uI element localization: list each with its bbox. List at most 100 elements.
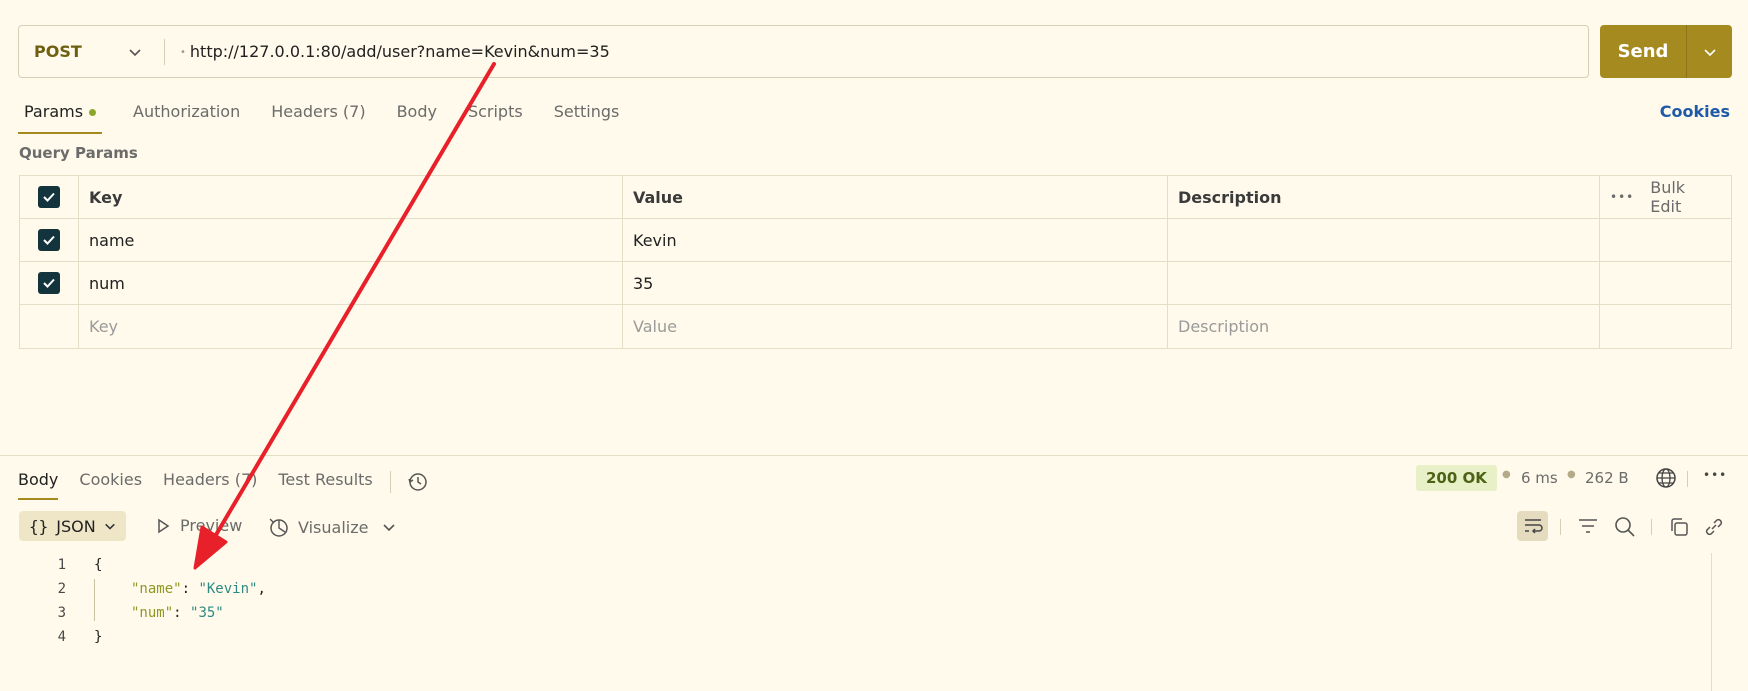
param-description-cell[interactable] (1168, 219, 1600, 261)
meta-separator: ● (1502, 469, 1511, 480)
code-text: "name": "Kevin", (131, 581, 266, 597)
format-select[interactable]: {} JSON (19, 511, 126, 541)
checkbox-checked-icon[interactable] (38, 229, 60, 251)
new-value-input[interactable]: Value (623, 305, 1168, 348)
wrap-lines-button[interactable] (1517, 511, 1548, 541)
new-key-input[interactable]: Key (79, 305, 623, 348)
new-description-input[interactable]: Description (1168, 305, 1600, 348)
more-dots-icon[interactable]: ••• (1610, 190, 1634, 204)
send-button-group: Send (1600, 25, 1732, 78)
response-tab-cookies[interactable]: Cookies (79, 466, 142, 498)
json-key: "num" (131, 605, 174, 621)
json-key: "name" (131, 581, 182, 597)
param-value-cell[interactable]: 35 (623, 262, 1168, 304)
braces-icon: {} (29, 516, 49, 536)
meta-separator: ● (1567, 469, 1576, 480)
param-key-cell[interactable]: name (79, 219, 623, 261)
url-text: http://127.0.0.1:80/add/user?name=Kevin&… (189, 42, 610, 61)
column-header-description: Description (1168, 176, 1600, 218)
response-tab-test-results[interactable]: Test Results (278, 466, 372, 498)
play-icon (158, 518, 170, 533)
json-value: "Kevin" (198, 581, 258, 597)
code-text: "num": "35" (131, 605, 224, 621)
method-label: POST (34, 42, 82, 61)
param-value-cell[interactable]: Kevin (623, 219, 1168, 261)
select-all-cell (20, 176, 79, 218)
line-number: 4 (57, 629, 66, 645)
send-button[interactable]: Send (1600, 41, 1686, 62)
table-row: num 35 (20, 262, 1731, 305)
copy-icon[interactable] (1668, 516, 1690, 538)
scrollbar-track[interactable] (1711, 553, 1712, 691)
visualize-button[interactable]: Visualize (267, 516, 368, 538)
line-number: 3 (57, 605, 66, 621)
tab-params-label: Params (24, 102, 84, 121)
params-active-dot-icon (89, 109, 97, 116)
tab-body[interactable]: Body (397, 98, 437, 134)
tab-headers[interactable]: Headers (7) (271, 98, 365, 134)
column-header-value: Value (623, 176, 1168, 218)
table-row-empty: Key Value Description (20, 305, 1731, 348)
code-text: } (94, 629, 103, 645)
globe-icon[interactable] (1655, 467, 1677, 489)
param-description-cell[interactable] (1168, 262, 1600, 304)
visualize-icon (269, 518, 288, 537)
response-tab-body[interactable]: Body (18, 466, 59, 500)
response-size[interactable]: 262 B (1585, 469, 1629, 487)
tab-scripts[interactable]: Scripts (468, 98, 523, 134)
table-row: name Kevin (20, 219, 1731, 262)
tab-authorization[interactable]: Authorization (133, 98, 240, 134)
response-tab-headers[interactable]: Headers (7) (163, 466, 257, 498)
history-icon[interactable] (407, 471, 429, 493)
param-key-cell[interactable]: num (79, 262, 623, 304)
status-badge[interactable]: 200 OK (1416, 465, 1497, 491)
preview-label: Preview (180, 516, 243, 535)
params-header-row: Key Value Description ••• Bulk Edit (20, 176, 1731, 219)
json-value: "35" (190, 605, 224, 621)
send-options-button[interactable] (1687, 45, 1732, 59)
tab-settings[interactable]: Settings (554, 98, 620, 134)
query-params-label: Query Params (19, 144, 138, 162)
url-input[interactable]: • http://127.0.0.1:80/add/user?name=Kevin… (165, 42, 610, 61)
request-tabs: Params Authorization Headers (7) Body Sc… (18, 98, 650, 134)
response-divider (0, 455, 1748, 456)
param-extra-cell (1600, 262, 1731, 304)
format-label: JSON (56, 516, 96, 536)
search-icon[interactable] (1614, 516, 1636, 538)
checkbox-checked-icon[interactable] (38, 186, 60, 208)
chevron-down-icon[interactable] (382, 520, 396, 534)
tabs-separator (389, 471, 391, 493)
column-header-key: Key (79, 176, 623, 218)
param-extra-cell (1600, 305, 1731, 348)
row-checkbox-cell (20, 305, 79, 348)
indent-guide (94, 579, 95, 621)
checkbox-checked-icon[interactable] (38, 272, 60, 294)
toolbar-separator (1687, 471, 1688, 487)
code-text: { (94, 557, 103, 573)
link-icon[interactable] (1703, 516, 1725, 538)
row-checkbox-cell (20, 219, 79, 261)
preview-button[interactable]: Preview (155, 516, 242, 535)
toolbar-separator (1560, 519, 1561, 535)
row-checkbox-cell (20, 262, 79, 304)
url-dot-icon: • (180, 47, 186, 58)
more-dots-icon[interactable]: ••• (1703, 468, 1727, 482)
filter-icon[interactable] (1577, 516, 1599, 536)
chevron-down-icon (104, 523, 115, 530)
bulk-edit-button[interactable]: Bulk Edit (1650, 178, 1713, 216)
toolbar-separator (1651, 519, 1652, 535)
chevron-down-icon (129, 49, 141, 57)
params-table: Key Value Description ••• Bulk Edit name… (19, 175, 1732, 349)
visualize-label: Visualize (298, 517, 369, 537)
cookies-link[interactable]: Cookies (1660, 102, 1730, 121)
url-bar: POST • http://127.0.0.1:80/add/user?name=… (18, 25, 1589, 78)
method-select[interactable]: POST (19, 26, 164, 77)
tab-params[interactable]: Params (18, 98, 103, 134)
line-number: 1 (57, 557, 66, 573)
chevron-down-icon (1703, 48, 1716, 56)
wrap-lines-icon (1524, 519, 1543, 534)
response-time[interactable]: 6 ms (1521, 469, 1558, 487)
response-tabs: Body Cookies Headers (7) Test Results (18, 466, 429, 500)
bulk-edit-cell: ••• Bulk Edit (1600, 176, 1731, 218)
line-number: 2 (57, 581, 66, 597)
